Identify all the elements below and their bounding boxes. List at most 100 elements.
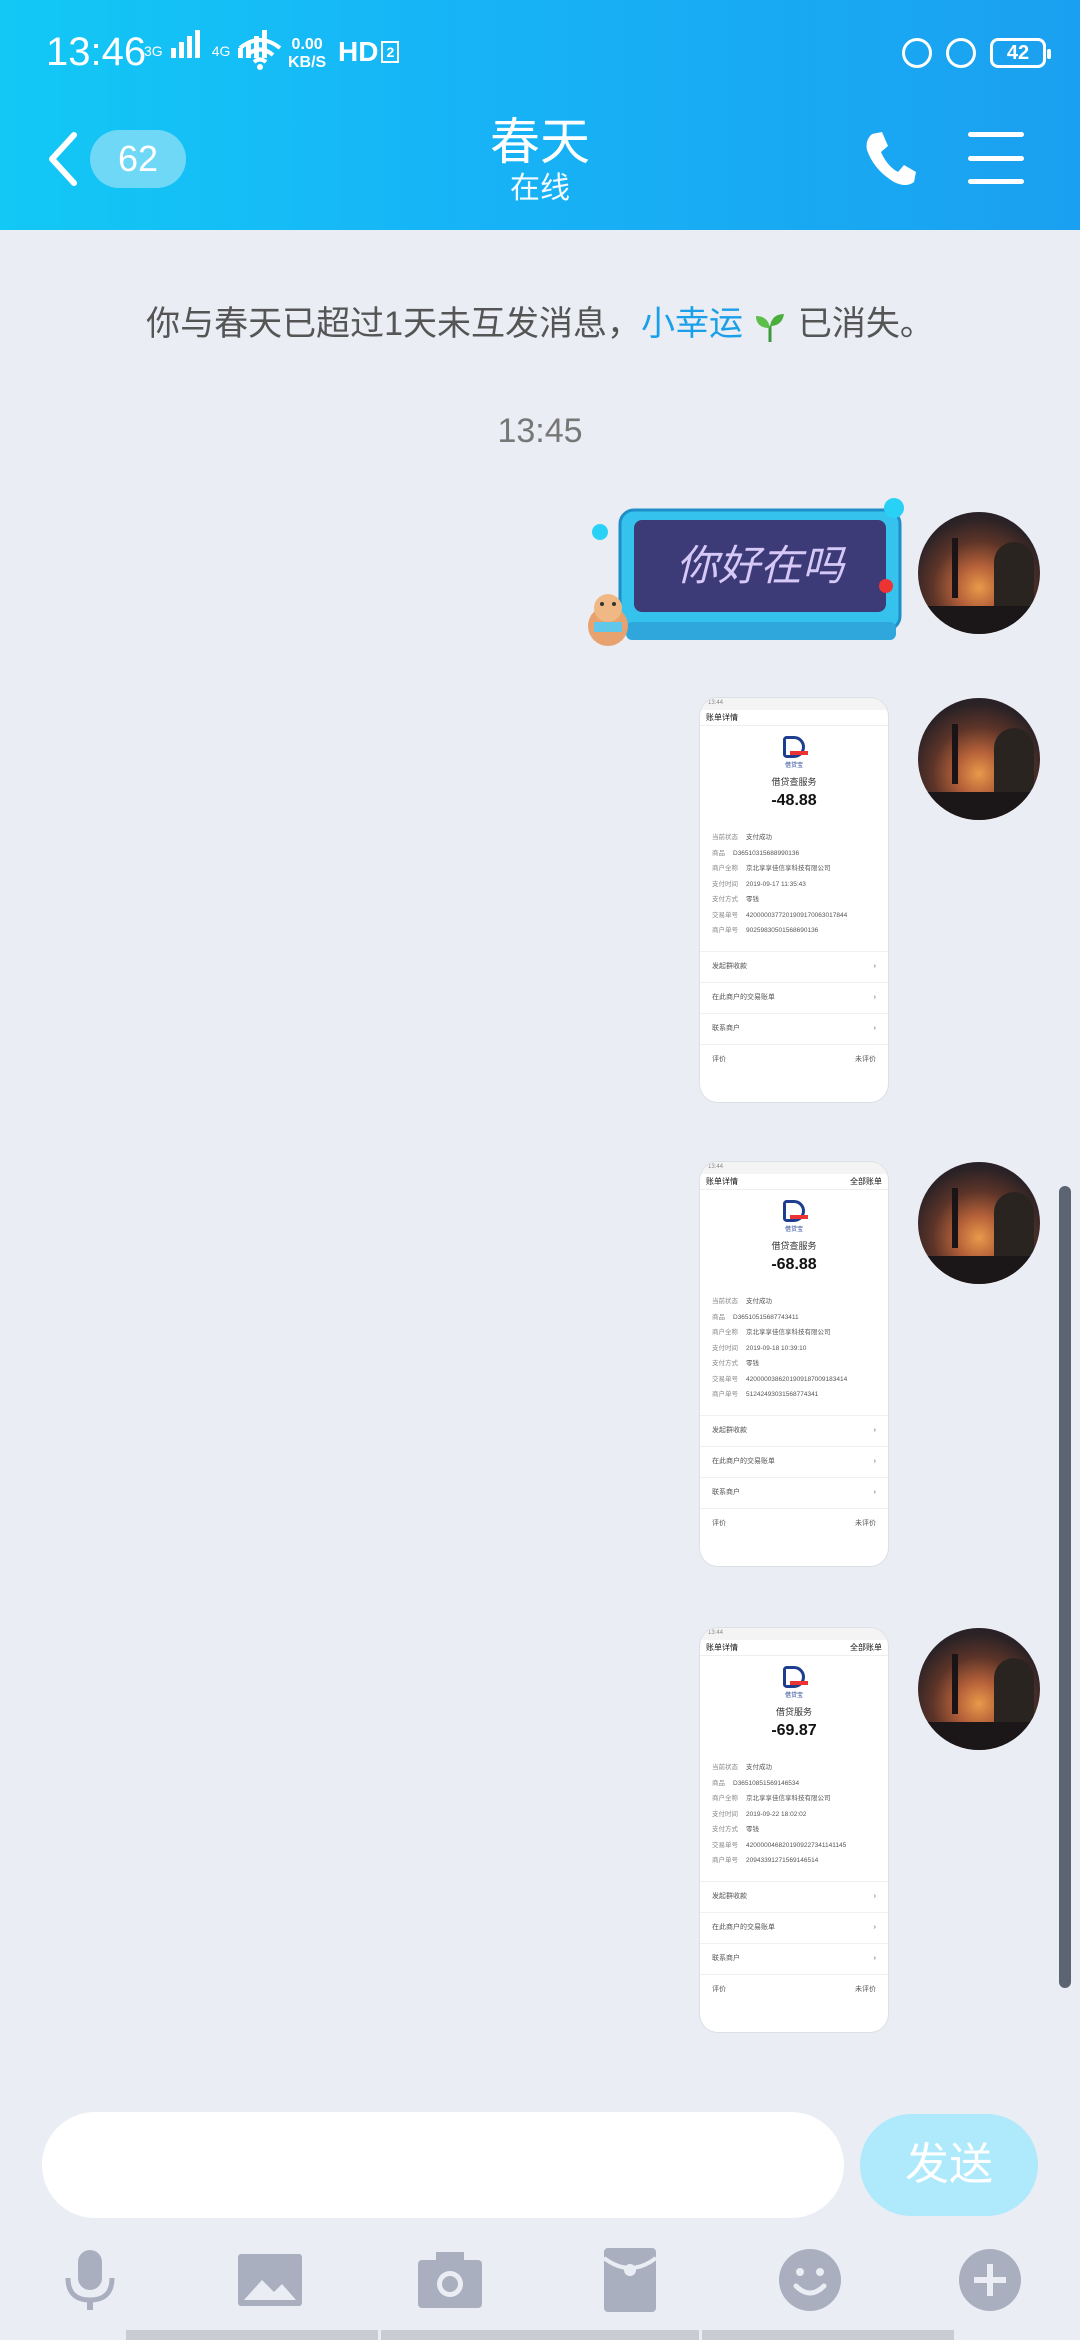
detail-value: D36510315688990136 <box>733 849 800 857</box>
phone-call-button[interactable] <box>862 128 918 188</box>
shot-title: 账单详情 <box>706 713 738 722</box>
image-message[interactable]: 13:44 账单详情 借贷宝 借贷查服务 -48.88 当前状态 支付成功 商品 D… <box>700 698 888 1102</box>
detail-value: 2019-09-22 18:02:02 <box>746 1810 807 1818</box>
network-3g-label: 3G <box>144 43 163 59</box>
merchant-logo-icon <box>783 1666 808 1688</box>
shot-link-label: 在此商户的交易账单 <box>712 1457 775 1465</box>
more-button[interactable] <box>950 2240 1030 2320</box>
detail-label: 商户全称 <box>712 865 738 872</box>
photo-button[interactable] <box>230 2240 310 2320</box>
avatar-art <box>918 606 1040 634</box>
image-message[interactable]: 13:44 账单详情 全部账单 借贷宝 借贷服务 -69.87 当前状态 支付成功… <box>700 1628 888 2032</box>
lucky-link[interactable]: 小幸运 <box>641 305 743 343</box>
sticker-message[interactable]: 你好在吗 <box>586 498 906 664</box>
hd-icon: HD 2 <box>338 36 400 68</box>
shot-link: 在此商户的交易账单 › <box>700 981 888 1013</box>
unread-count-badge: 62 <box>90 130 186 188</box>
voice-button[interactable] <box>50 2240 130 2320</box>
detail-value: 2019-09-18 10:39:10 <box>746 1344 807 1352</box>
detail-row: 商户单号 90259830501568690136 <box>712 923 876 939</box>
shot-link: 联系商户 › <box>700 1942 888 1974</box>
send-button[interactable]: 发送 <box>860 2114 1038 2216</box>
detail-label: 支付时间 <box>712 1344 738 1352</box>
detail-value: 4200000377201909170063017844 <box>746 911 848 919</box>
detail-value: 支付成功 <box>746 834 772 841</box>
battery-icon: 42 <box>990 38 1051 68</box>
detail-label: 支付方式 <box>712 1360 738 1367</box>
image-message[interactable]: 13:44 账单详情 全部账单 借贷宝 借贷查服务 -68.88 当前状态 支付成… <box>700 1162 888 1566</box>
red-packet-button[interactable] <box>590 2240 670 2320</box>
hd-num: 2 <box>381 41 400 63</box>
detail-value: 零钱 <box>746 1360 759 1367</box>
shot-link-label: 在此商户的交易账单 <box>712 993 775 1001</box>
merchant-logo-icon <box>783 1200 808 1222</box>
input-toolbar <box>0 2240 1080 2320</box>
detail-value: 支付成功 <box>746 1298 772 1305</box>
message-input[interactable] <box>42 2112 844 2218</box>
image-icon <box>238 2254 302 2306</box>
detail-row: 商户单号 20943391271569146514 <box>712 1853 876 1869</box>
shot-merchant: 借贷查服务 <box>771 777 817 787</box>
shot-link: 评价 未评价 <box>700 1507 888 1539</box>
shot-header: 账单详情 <box>700 710 888 726</box>
detail-label: 支付时间 <box>712 1810 738 1818</box>
message-timestamp: 13:45 <box>497 412 583 450</box>
shot-link-label: 发起群收款 <box>712 962 747 970</box>
shot-header: 账单详情 全部账单 <box>700 1640 888 1656</box>
chat-title: 春天 <box>490 114 590 170</box>
camera-button[interactable] <box>410 2240 490 2320</box>
online-status: 在线 <box>510 172 570 205</box>
chevron-right-icon: › <box>873 1892 876 1900</box>
detail-row: 支付时间 2019-09-22 18:02:02 <box>712 1807 876 1823</box>
wifi-icon <box>238 38 282 70</box>
shot-link-label: 评价 <box>712 1519 726 1527</box>
menu-line <box>968 132 1024 137</box>
menu-line <box>968 155 1024 161</box>
emoji-button[interactable] <box>770 2240 850 2320</box>
shot-link-label: 发起群收款 <box>712 1892 747 1900</box>
avatar[interactable] <box>918 1628 1040 1750</box>
detail-label: 商户单号 <box>712 927 738 934</box>
shot-spacer <box>700 1403 888 1415</box>
detail-value: 零钱 <box>746 1826 759 1833</box>
speed-value: 0.00 <box>291 36 323 53</box>
shot-amount: -69.87 <box>771 1722 817 1739</box>
detail-row: 支付方式 零钱 <box>712 1356 876 1372</box>
notice-suffix: 已消失。 <box>797 305 934 343</box>
emoji-icon <box>779 2249 841 2311</box>
gesture-hint <box>126 2330 378 2340</box>
network-4g-label: 4G <box>211 43 231 59</box>
microphone-icon <box>65 2250 115 2310</box>
detail-label: 当前状态 <box>712 1764 738 1771</box>
avatar[interactable] <box>918 512 1040 634</box>
shot-rate-text: 未评价 <box>855 1055 876 1063</box>
speed-unit: KB/S <box>288 54 327 71</box>
shot-link: 在此商户的交易账单 › <box>700 1911 888 1943</box>
detail-label: 商品 <box>712 1313 725 1321</box>
detail-label: 商户全称 <box>712 1329 738 1336</box>
detail-value: 4200000468201909227341141145 <box>746 1841 847 1849</box>
menu-button[interactable] <box>968 132 1024 184</box>
shot-rate-text: 未评价 <box>855 1519 876 1527</box>
shot-brand: 借贷宝 <box>784 1693 803 1699</box>
detail-value: 20943391271569146514 <box>746 1857 819 1864</box>
shot-link-label: 评价 <box>712 1055 726 1063</box>
avatar[interactable] <box>918 698 1040 820</box>
detail-value: 京北享享佳信享科技有限公司 <box>746 1329 831 1336</box>
gesture-hint <box>381 2330 699 2340</box>
detail-label: 商品 <box>712 849 725 857</box>
signal-bars-icon <box>170 30 200 58</box>
back-button[interactable]: 62 <box>44 124 194 194</box>
shot-title: 账单详情 <box>706 1177 738 1186</box>
detail-row: 支付时间 2019-09-17 11:35:43 <box>712 877 876 893</box>
detail-value: D36510851569146534 <box>733 1779 800 1787</box>
scrollbar[interactable] <box>1059 1186 1071 1988</box>
chat-header: 13:46 3G 4G 0.00 KB/S HD 2 42 62 春天 在线 <box>0 0 1080 230</box>
shot-header-right: 全部账单 <box>850 1177 882 1186</box>
avatar[interactable] <box>918 1162 1040 1284</box>
shot-link-label: 在此商户的交易账单 <box>712 1923 775 1931</box>
shot-amount: -68.88 <box>771 1256 817 1273</box>
shot-link: 评价 未评价 <box>700 1973 888 2005</box>
shot-rate-text: 未评价 <box>855 1985 876 1993</box>
detail-value: 51242493031568774341 <box>746 1391 819 1398</box>
